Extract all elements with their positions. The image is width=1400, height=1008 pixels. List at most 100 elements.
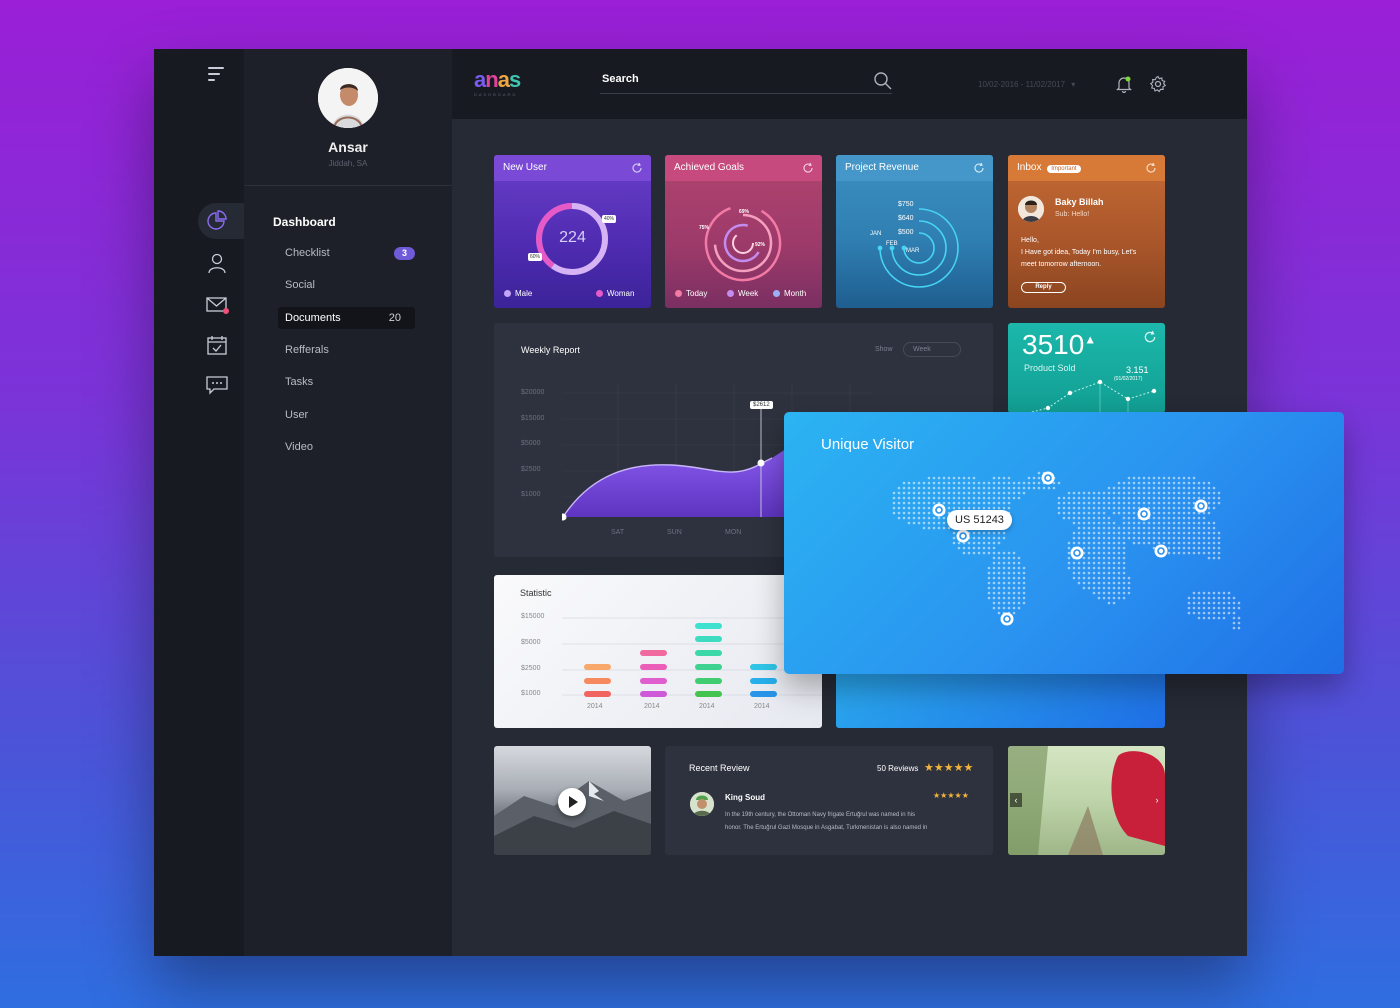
map-dot — [992, 531, 996, 535]
prev-arrow-icon[interactable]: ‹ — [1010, 793, 1022, 807]
bell-icon[interactable] — [1115, 75, 1133, 98]
map-dot — [942, 481, 946, 485]
map-pin-icon[interactable] — [1000, 612, 1014, 626]
nav-item-user[interactable]: User — [278, 404, 415, 426]
map-dot — [897, 496, 901, 500]
pie-chart-icon[interactable] — [202, 206, 232, 236]
map-dot — [947, 486, 951, 490]
search-icon[interactable] — [873, 71, 893, 96]
next-arrow-icon[interactable]: › — [1151, 793, 1163, 807]
chat-icon[interactable] — [202, 370, 232, 400]
map-dot — [1122, 556, 1126, 560]
nav-item-tasks[interactable]: Tasks — [278, 371, 415, 393]
map-dot — [1117, 511, 1121, 515]
map-dot — [1192, 526, 1196, 530]
map-dot — [1112, 486, 1116, 490]
menu-icon[interactable] — [208, 67, 226, 85]
map-pin-icon[interactable] — [932, 503, 946, 517]
map-dot — [912, 481, 916, 485]
map-dot — [907, 516, 911, 520]
map-pin-icon[interactable] — [1137, 507, 1151, 521]
map-dot — [1067, 551, 1071, 555]
mail-icon[interactable] — [202, 289, 232, 319]
nav-item-refferals[interactable]: Refferals — [278, 339, 415, 361]
calendar-check-icon[interactable] — [202, 330, 232, 360]
logo[interactable]: anas DASHBOARD — [474, 69, 521, 98]
map-pin-icon[interactable] — [1194, 499, 1208, 513]
map-dot — [1167, 531, 1171, 535]
map-pin-icon[interactable] — [956, 529, 970, 543]
map-dot — [1152, 481, 1156, 485]
reply-button[interactable]: Reply — [1021, 282, 1066, 293]
map-dot — [1107, 571, 1111, 575]
inbox-card[interactable]: Inbox Important Baky Billah Sub: Hello! … — [1008, 155, 1165, 308]
project-revenue-card[interactable]: Project Revenue $750 $640 $500 JAN FEB M… — [836, 155, 993, 308]
nav-item-social[interactable]: Social — [278, 274, 415, 296]
map-dot — [1197, 591, 1201, 595]
map-dot — [1047, 486, 1051, 490]
date-range-select[interactable]: 10/02-2016 - 11/02/2017 ▾ — [978, 80, 1075, 89]
map-dot — [1187, 601, 1191, 605]
map-dot — [1167, 546, 1171, 550]
map-dot — [957, 496, 961, 500]
map-dot — [1077, 511, 1081, 515]
logo-subtext: DASHBOARD — [474, 92, 518, 97]
refresh-icon[interactable] — [1145, 162, 1157, 174]
map-dot — [987, 581, 991, 585]
map-dot — [1127, 486, 1131, 490]
refresh-icon[interactable] — [802, 162, 814, 174]
video-thumbnail[interactable] — [494, 746, 651, 855]
map-dot — [967, 501, 971, 505]
nav-item-documents[interactable]: Documents 20 — [278, 307, 415, 329]
legend-dot — [596, 290, 603, 297]
unique-visitor-card[interactable]: Unique Visitor US 51243 — [784, 412, 1344, 674]
map-dot — [1132, 531, 1136, 535]
map-dot — [1067, 516, 1071, 520]
map-dot — [1192, 476, 1196, 480]
map-pin-icon[interactable] — [1041, 471, 1055, 485]
map-dot — [1107, 566, 1111, 570]
map-dot — [1172, 491, 1176, 495]
map-dot — [1162, 491, 1166, 495]
nav-item-checklist[interactable]: Checklist 3 — [278, 242, 415, 264]
map-dot — [1132, 491, 1136, 495]
map-dot — [1117, 566, 1121, 570]
map-dot — [1132, 526, 1136, 530]
map-dot — [1167, 506, 1171, 510]
map-dot — [1022, 576, 1026, 580]
map-dot — [1177, 531, 1181, 535]
search-input[interactable]: Search — [602, 73, 639, 85]
map-dot — [892, 506, 896, 510]
map-dot — [1012, 486, 1016, 490]
map-dot — [1122, 536, 1126, 540]
map-dot — [1112, 601, 1116, 605]
new-user-card[interactable]: New User 224 40% 60% Male Woman — [494, 155, 651, 308]
play-button[interactable] — [558, 788, 586, 816]
period-select[interactable]: Week — [903, 342, 961, 357]
map-dot — [1182, 511, 1186, 515]
refresh-icon[interactable] — [631, 162, 643, 174]
image-slider[interactable]: ‹ › — [1008, 746, 1165, 855]
map-pin-icon[interactable] — [1070, 546, 1084, 560]
map-dot — [1097, 556, 1101, 560]
map-dot — [1152, 521, 1156, 525]
nav-title[interactable]: Dashboard — [273, 215, 336, 229]
map-dot — [1112, 506, 1116, 510]
map-dot — [1162, 526, 1166, 530]
product-sold-card[interactable]: 3510▲ Product Sold 3.151 (01/02/2017) — [1008, 323, 1165, 413]
map-dot — [1107, 586, 1111, 590]
map-dot — [1102, 521, 1106, 525]
nav-item-video[interactable]: Video — [278, 436, 415, 458]
avatar[interactable] — [318, 68, 378, 128]
map-dot — [1117, 501, 1121, 505]
map-dot — [957, 491, 961, 495]
refresh-icon[interactable] — [973, 162, 985, 174]
legend-dot — [727, 290, 734, 297]
user-icon[interactable] — [202, 248, 232, 278]
achieved-goals-card[interactable]: Achieved Goals 69% 75% 92% Today Week Mo… — [665, 155, 822, 308]
map-dot — [962, 506, 966, 510]
map-pin-icon[interactable] — [1154, 544, 1168, 558]
gear-icon[interactable] — [1149, 75, 1167, 98]
refresh-icon[interactable] — [1143, 330, 1157, 344]
map-dot — [1072, 541, 1076, 545]
